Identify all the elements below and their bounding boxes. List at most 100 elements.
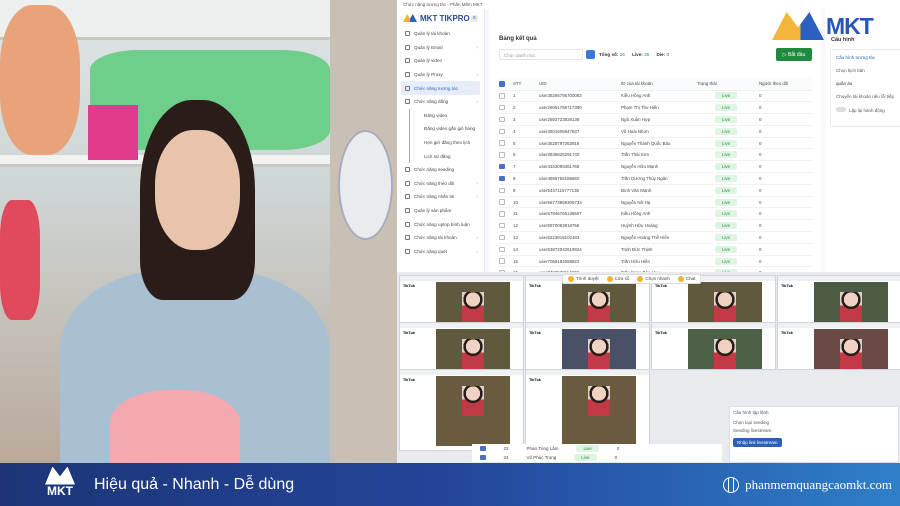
mkt-logo-icon <box>45 466 75 485</box>
row-checkbox[interactable] <box>499 258 505 264</box>
tiktok-browser-window[interactable]: TikTok <box>777 322 900 370</box>
sidebar-item[interactable]: Quản lý video <box>397 54 484 68</box>
tiktok-browser-window[interactable]: TikTok <box>399 369 524 451</box>
category-select[interactable]: Chọn danh mục <box>499 49 583 60</box>
sidebar-item[interactable]: Chức năng uptop bình luận <box>397 217 484 231</box>
table-row[interactable]: 15 user7059184058822 Trần Hữu Hiền Live … <box>499 255 812 268</box>
toolbar-label: Trình duyệt <box>576 276 599 282</box>
menu-toggle-icon[interactable]: ≡ <box>471 14 478 22</box>
sidebar-item[interactable]: Đăng video gắn giỏ hàng <box>409 122 484 136</box>
column-header[interactable]: STT <box>513 78 539 91</box>
switch-account-option[interactable]: Chuyển tài khoản nếu lỗi tiếp <box>836 94 899 99</box>
website-link[interactable]: phanmemquangcaomkt.com <box>723 476 892 493</box>
sidebar-item[interactable]: Quản lý sản phẩm <box>397 204 484 218</box>
row-checkbox[interactable] <box>499 211 505 217</box>
row-uid: user26051756717390 <box>539 101 621 115</box>
sidebar-item[interactable]: Đăng video <box>409 108 484 123</box>
table-row[interactable]: 8 user4696758185660 Trần Dương Thùy Ngân… <box>499 172 812 185</box>
seeding-mode-select[interactable]: Seeding livestream <box>733 428 895 433</box>
row-checkbox[interactable] <box>499 128 505 135</box>
row-uid: user2692723928138 <box>539 113 621 126</box>
sidebar-item[interactable]: Chức năng tài khoản › <box>397 231 484 245</box>
table-row[interactable]: 2 user26051756717390 Phạm Thị Thu Hiền L… <box>499 101 812 115</box>
bottom-banner: MKT Hiệu quả - Nhanh - Dễ dùng phanmemqu… <box>0 463 900 506</box>
toolbar-item[interactable]: Chat <box>677 276 695 282</box>
table-row[interactable]: 1 user35266795700083 Kiều Hồng Anh Live … <box>499 90 812 103</box>
sidebar-item[interactable]: Chức năng đăng › <box>397 95 484 109</box>
row-checkbox[interactable] <box>499 222 505 229</box>
row-checkbox[interactable] <box>499 152 505 158</box>
table-row[interactable]: 6 user3636825291740 Trần Thái Sơn Live 0 <box>499 148 812 162</box>
repeat-toggle[interactable] <box>836 107 846 112</box>
mkt-logo-text: MKT <box>826 12 874 39</box>
row-checkbox[interactable] <box>499 246 505 253</box>
row-checkbox[interactable] <box>499 175 505 182</box>
row-checkbox[interactable] <box>480 445 486 452</box>
column-header[interactable]: ID của tài khoản <box>621 78 697 91</box>
row-checkbox[interactable] <box>499 104 505 111</box>
toolbar-item[interactable]: Trình duyệt <box>568 276 599 282</box>
sidebar-item-label: Quản lý Proxy <box>414 72 443 78</box>
row-checkbox[interactable] <box>480 454 486 461</box>
table-row[interactable]: 11 user57946765136507 Kiều Hồng Anh Live… <box>499 207 812 221</box>
row-checkbox[interactable] <box>499 234 505 241</box>
table-row[interactable]: 5 user3528797363919 Nguyễn Thành Quốc Bả… <box>499 137 812 150</box>
table-row[interactable]: 3 user2692723928138 Ngô Xuân Hợp Live 0 <box>499 113 812 126</box>
select-all-checkbox[interactable] <box>499 81 505 87</box>
row-checkbox[interactable] <box>499 163 505 170</box>
sidebar-item[interactable]: Chức năng nhắn tin › <box>397 190 484 204</box>
table-row[interactable]: 10 user56773959306733 Nguyễn Nữ Hạ Live … <box>499 196 812 209</box>
table-row[interactable]: 7 user4343099361768 Nguyễn Hữu Mạnh Live… <box>499 160 812 174</box>
sidebar-item[interactable]: Hẹn giờ đăng theo lịch <box>409 135 484 150</box>
table-row[interactable]: 9 user5447115777138 Đinh Văn Mạnh Live 0 <box>499 184 812 197</box>
tiktok-browser-window[interactable]: TikTok <box>777 275 900 323</box>
tiktok-browser-window[interactable]: TikTok <box>399 322 524 370</box>
row-account-name: Trần Thái Sơn <box>621 148 697 162</box>
row-checkbox[interactable] <box>499 199 505 205</box>
sidebar-item[interactable]: Chức năng seeding <box>397 163 484 177</box>
sidebar-item-label: Chức năng đăng <box>414 99 449 105</box>
table-row[interactable]: 14 user63872042619924 Trịnh Đức Thịnh Li… <box>499 243 812 256</box>
row-checkbox[interactable] <box>499 140 505 146</box>
sidebar-item-label: Chức năng nhắn tin <box>414 194 455 200</box>
row-uid: user3501605847837 <box>539 125 621 138</box>
sidebar-item[interactable]: Chức năng tương tác <box>401 81 480 95</box>
column-header[interactable]: Trạng thái <box>697 78 759 91</box>
table-row[interactable]: 4 user3501605847837 Vũ Hoài Nhơn Live 0 <box>499 125 812 138</box>
app-window: Chức năng tương tác - Phần Mềm MKT MKT T… <box>397 0 900 272</box>
row-checkbox[interactable] <box>499 187 505 194</box>
sidebar-item[interactable]: Quản lý tài khoản <box>397 27 484 41</box>
sidebar-item[interactable]: Quản lý Email › <box>397 41 484 55</box>
row-stt: 24 <box>503 455 509 460</box>
tiktok-browser-window[interactable]: TikTok <box>525 369 650 451</box>
config-box: Cấu hình tương tác Chọn kịch bản quần áo… <box>830 49 900 127</box>
table-row[interactable]: 24 Vũ Phúc Trọng Live 0 <box>472 453 722 462</box>
total-label: Tổng số: <box>599 52 619 57</box>
column-header[interactable]: UID <box>539 78 621 91</box>
tiktok-browser-window[interactable]: TikTok <box>651 322 776 370</box>
sidebar-item[interactable]: Chức năng quét › <box>397 245 484 259</box>
row-stt: 13 <box>513 231 539 244</box>
toolbar-item[interactable]: Chọn nhanh <box>637 276 670 282</box>
table-row[interactable]: 12 user5970063918756 Huỳnh Hữu Hoàng Liv… <box>499 219 812 233</box>
filter-button[interactable] <box>586 50 595 59</box>
tiktok-browser-window[interactable]: TikTok <box>525 322 650 370</box>
script-select[interactable]: quần áo <box>836 81 899 86</box>
livestream-video <box>436 282 510 322</box>
window-tab-bar <box>778 276 900 281</box>
row-checkbox[interactable] <box>499 93 505 99</box>
sidebar-item[interactable]: Chức năng theo dõi › <box>397 177 484 191</box>
sidebar-item[interactable]: Quản lý Proxy › <box>397 68 484 82</box>
column-header[interactable]: Người theo dõi <box>759 78 812 91</box>
sidebar-item-label: Quản lý sản phẩm <box>414 208 452 214</box>
tiktok-logo: TikTok <box>403 331 415 335</box>
enter-livestream-button[interactable]: Nhập link livestream <box>733 438 782 447</box>
table-row[interactable]: 13 user6223818102483 Nguyễn Hoàng Thế Hi… <box>499 231 812 244</box>
sidebar-item[interactable]: Lịch sử đăng <box>409 149 484 163</box>
toolbar-item[interactable]: Cửa sổ <box>606 276 629 282</box>
row-checkbox[interactable] <box>499 116 505 123</box>
table-row[interactable]: 23 Phan Tùng Lâm Live 0 <box>472 444 722 453</box>
start-button[interactable]: ▷ Bắt đầu <box>776 48 812 61</box>
tiktok-browser-window[interactable]: TikTok <box>399 275 524 323</box>
sidebar-item-label: Chức năng quét <box>414 248 447 254</box>
